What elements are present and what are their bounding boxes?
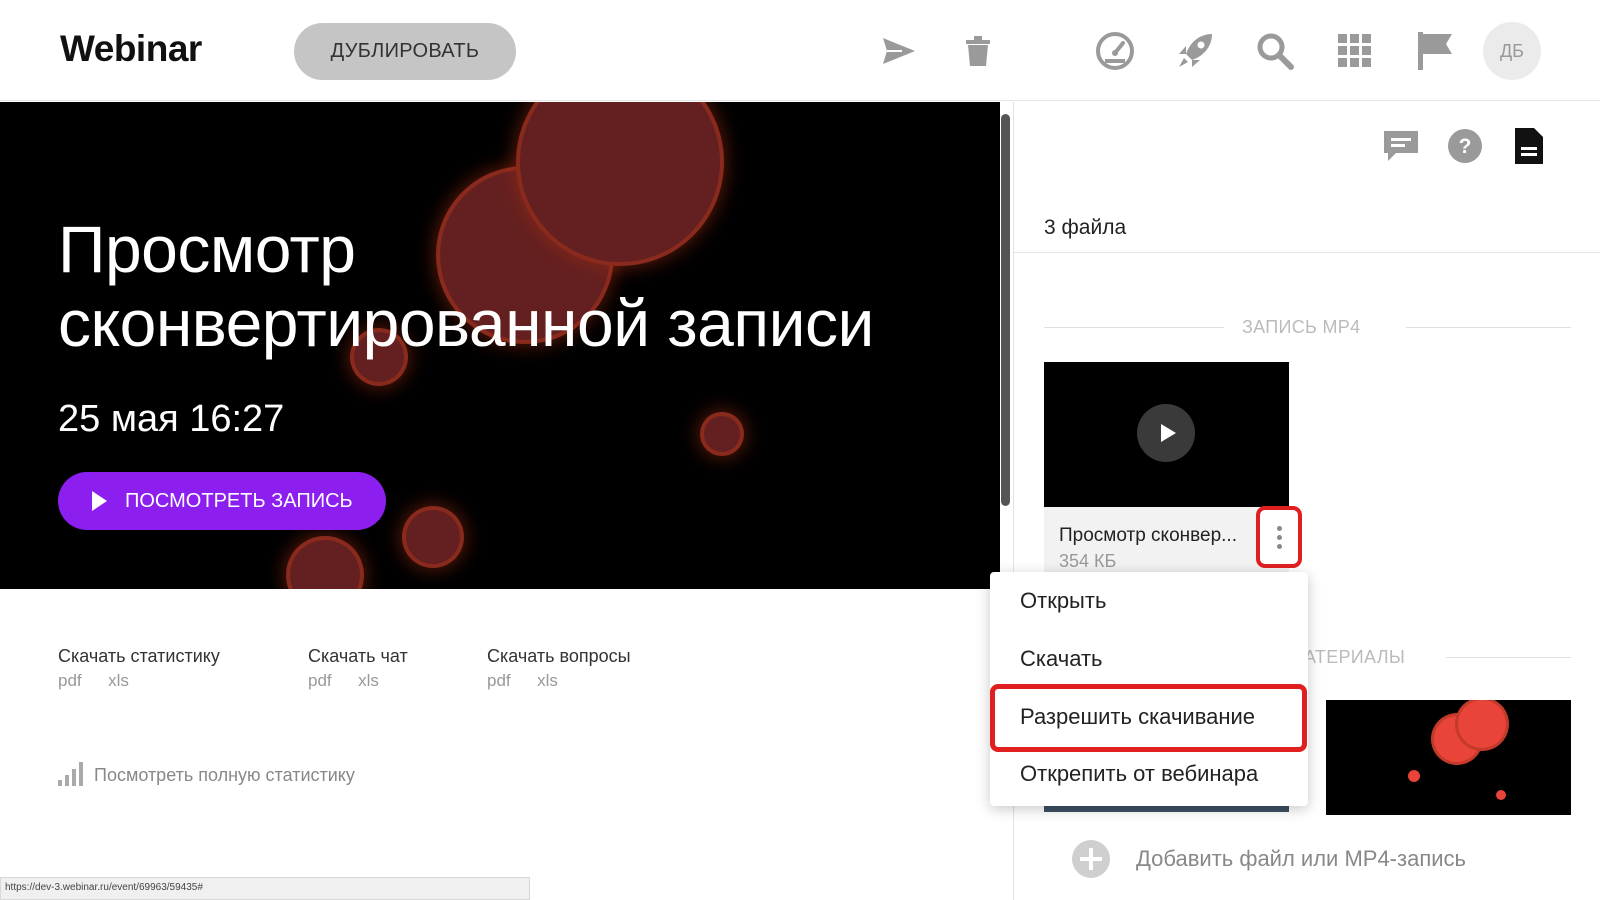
rocket-icon[interactable]: [1172, 28, 1218, 74]
document-icon[interactable]: [1509, 126, 1549, 166]
download-stats-xls-link[interactable]: xls: [108, 671, 129, 690]
bar-chart-icon: [58, 762, 86, 786]
decor-blob: [1458, 700, 1506, 748]
full-stats-link[interactable]: Посмотреть полную статистику: [58, 762, 355, 786]
flag-icon[interactable]: [1412, 28, 1458, 74]
play-icon[interactable]: [1137, 404, 1195, 462]
user-avatar[interactable]: ДБ: [1483, 22, 1541, 80]
video-thumbnail[interactable]: [1044, 362, 1289, 507]
section-line: [1406, 327, 1571, 328]
speedometer-icon[interactable]: [1092, 28, 1138, 74]
decor-blob: [1496, 790, 1506, 800]
recording-title: Просмотр сконвертированной записи: [58, 212, 874, 360]
recording-date: 25 мая 16:27: [58, 398, 285, 440]
section-materials-heading: АТЕРИАЛЫ: [1304, 647, 1406, 667]
watch-recording-label: ПОСМОТРЕТЬ ЗАПИСЬ: [125, 489, 353, 512]
download-chat-title: Скачать чат: [308, 646, 408, 666]
download-stats-title: Скачать статистику: [58, 646, 220, 666]
trash-icon[interactable]: [955, 28, 1001, 74]
menu-item-allow-download[interactable]: Разрешить скачивание: [1020, 704, 1255, 730]
menu-item-open[interactable]: Открыть: [1020, 588, 1106, 614]
download-questions-pdf-link[interactable]: pdf: [487, 671, 511, 690]
download-questions-xls-link[interactable]: xls: [537, 671, 558, 690]
section-line: [1044, 327, 1224, 328]
section-mp4-heading: ЗАПИСЬ MP4: [1242, 317, 1361, 337]
apps-grid-icon[interactable]: [1332, 28, 1378, 74]
banner-scrollbar[interactable]: [1001, 114, 1010, 506]
files-count: 3 файла: [1044, 216, 1127, 239]
watch-recording-button[interactable]: ПОСМОТРЕТЬ ЗАПИСЬ: [58, 472, 386, 530]
decor-blob: [290, 540, 360, 589]
chat-icon[interactable]: [1381, 126, 1421, 166]
download-questions: Скачать вопросы pdf xls: [487, 646, 631, 691]
duplicate-button[interactable]: ДУБЛИРОВАТЬ: [294, 23, 516, 80]
plus-icon: [1072, 840, 1110, 878]
full-stats-label: Посмотреть полную статистику: [94, 765, 355, 785]
add-file-button[interactable]: Добавить файл или MP4-запись: [1072, 840, 1466, 878]
more-options-icon[interactable]: [1256, 506, 1302, 568]
svg-text:?: ?: [1459, 135, 1472, 158]
download-chat: Скачать чат pdf xls: [308, 646, 408, 691]
download-stats-pdf-link[interactable]: pdf: [58, 671, 82, 690]
video-file-name: Просмотр сконвер...: [1059, 525, 1237, 546]
decor-blob: [1408, 770, 1420, 782]
download-chat-xls-link[interactable]: xls: [358, 671, 379, 690]
download-chat-pdf-link[interactable]: pdf: [308, 671, 332, 690]
download-questions-title: Скачать вопросы: [487, 646, 631, 666]
play-icon: [92, 491, 107, 511]
title-line-1: Просмотр: [58, 212, 356, 286]
search-icon[interactable]: [1252, 28, 1298, 74]
help-icon[interactable]: ?: [1445, 126, 1485, 166]
menu-item-download[interactable]: Скачать: [1020, 646, 1103, 672]
status-url: https://dev-3.webinar.ru/event/69963/594…: [0, 877, 530, 900]
section-line: [1446, 657, 1571, 658]
add-file-label: Добавить файл или MP4-запись: [1136, 846, 1466, 871]
decor-blob: [406, 510, 460, 564]
file-context-menu: Открыть Скачать Разрешить скачивание Отк…: [990, 572, 1308, 806]
send-icon[interactable]: [876, 28, 922, 74]
menu-item-detach[interactable]: Открепить от вебинара: [1020, 761, 1258, 787]
video-file-size: 354 КБ: [1059, 551, 1117, 571]
decor-blob: [704, 416, 740, 452]
title-line-2: сконвертированной записи: [58, 286, 874, 360]
material-thumbnail[interactable]: [1326, 700, 1571, 815]
app-header: Webinar ДУБЛИРОВАТЬ ДБ: [0, 0, 1600, 101]
webinar-banner: Просмотр сконвертированной записи 25 мая…: [0, 102, 1000, 589]
download-stats: Скачать статистику pdf xls: [58, 646, 220, 691]
panel-divider: [1014, 252, 1600, 253]
app-logo[interactable]: Webinar: [60, 28, 202, 70]
